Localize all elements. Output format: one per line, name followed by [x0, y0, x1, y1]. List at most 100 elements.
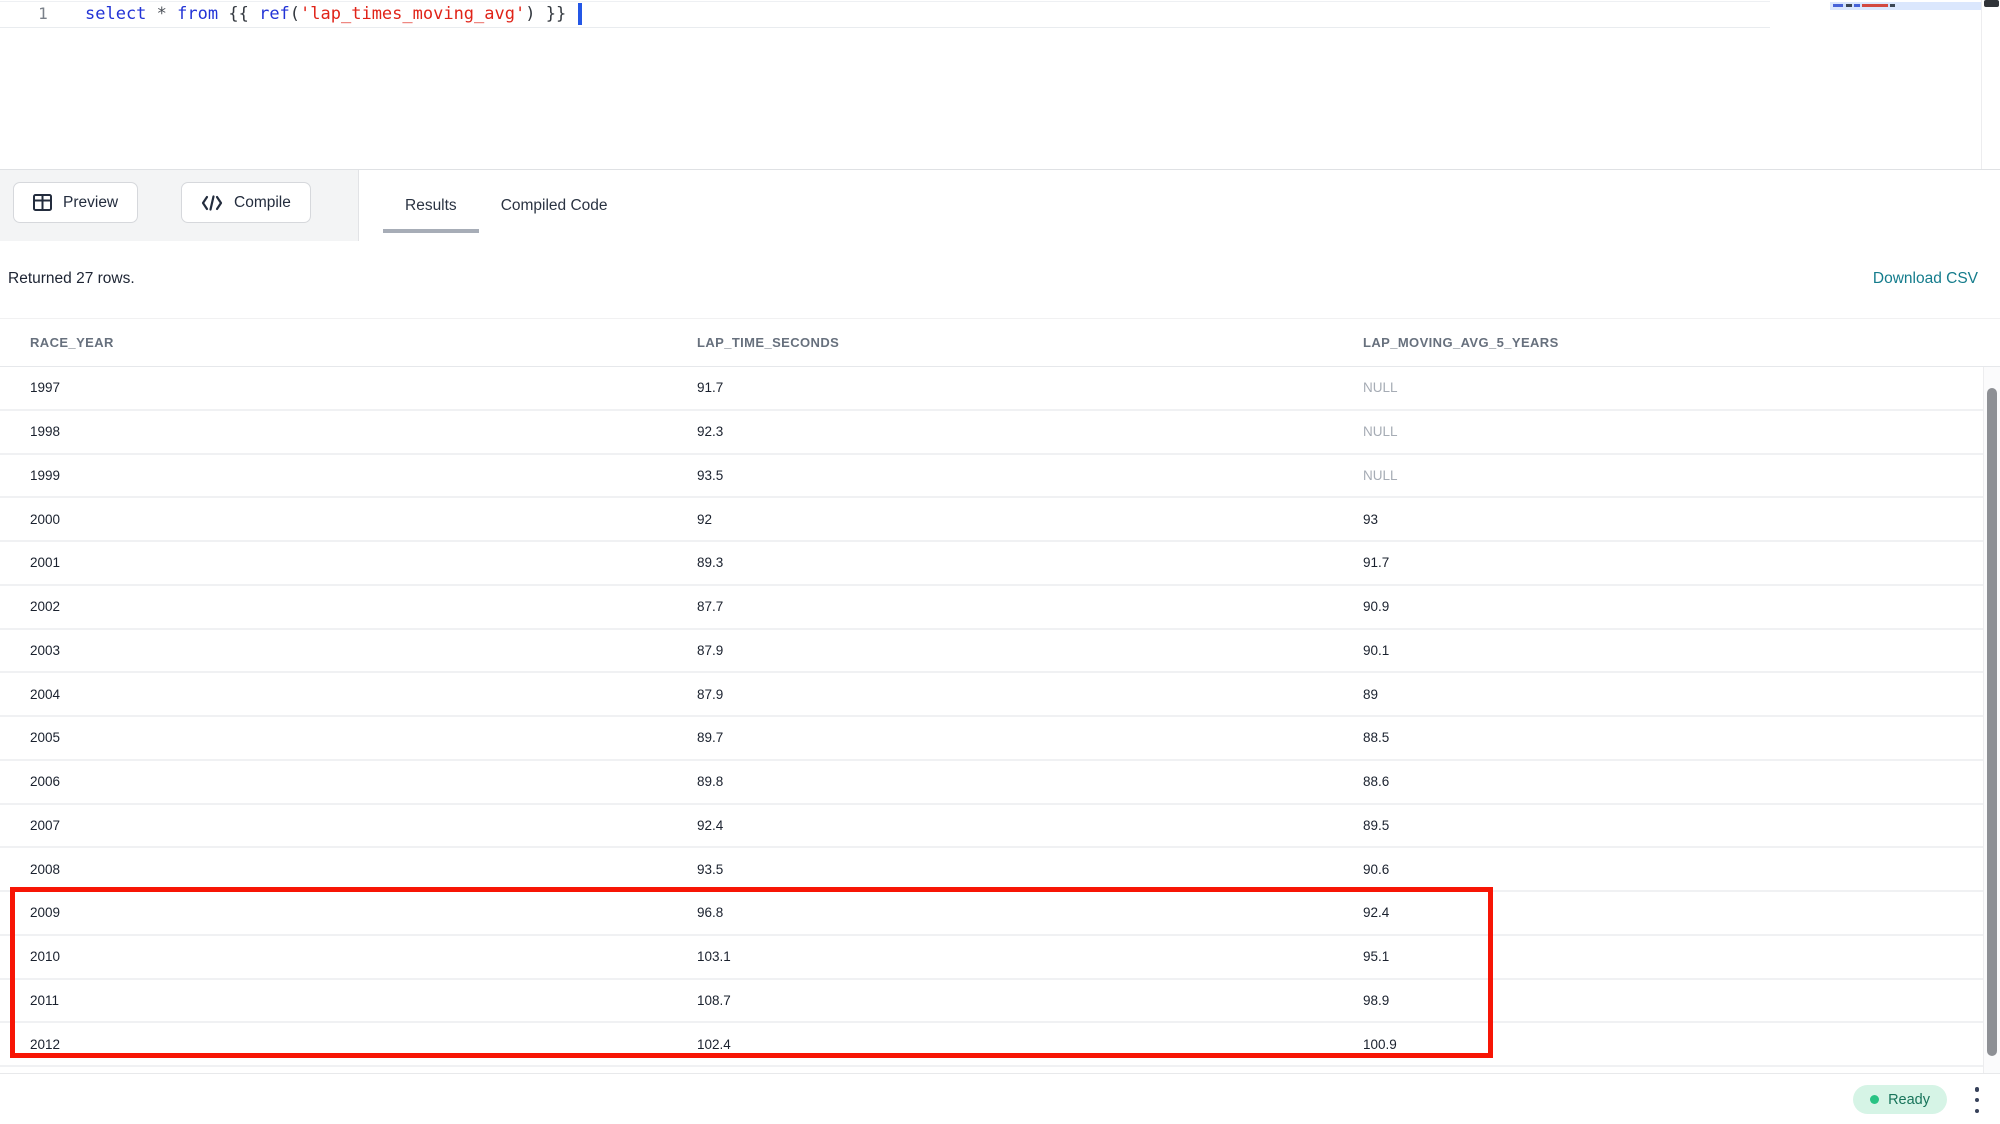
table-row: 199892.3NULL — [0, 411, 2000, 455]
cell-lap_time_seconds: 87.7 — [667, 599, 1333, 614]
row-count-summary: Returned 27 rows. — [8, 270, 135, 288]
code-token: ref — [259, 4, 290, 24]
table-row: 200387.990.1 — [0, 630, 2000, 674]
table-icon — [33, 194, 52, 211]
editor-minimap[interactable] — [1830, 2, 1981, 10]
table-row: 2011108.798.9 — [0, 980, 2000, 1024]
cell-race_year: 2008 — [0, 862, 667, 877]
cell-lap_moving_avg_5_years: 88.6 — [1333, 774, 2000, 789]
header-cell-lap_moving_avg_5_years: LAP_MOVING_AVG_5_YEARS — [1333, 335, 2000, 350]
preview-button-label: Preview — [63, 194, 118, 212]
editor-minimap-divider — [1981, 0, 1982, 169]
table-row: 199993.5NULL — [0, 455, 2000, 499]
table-row: 199791.7NULL — [0, 367, 2000, 411]
cell-lap_time_seconds: 87.9 — [667, 643, 1333, 658]
cell-race_year: 2009 — [0, 905, 667, 920]
cell-lap_moving_avg_5_years: 88.5 — [1333, 730, 2000, 745]
cell-lap_time_seconds: 89.3 — [667, 555, 1333, 570]
line-number: 1 — [28, 4, 58, 23]
table-scrollbar-track[interactable] — [1983, 367, 2000, 1073]
cell-race_year: 2000 — [0, 512, 667, 527]
cell-race_year: 2010 — [0, 949, 667, 964]
cell-lap_moving_avg_5_years: 91.7 — [1333, 555, 2000, 570]
cell-race_year: 2003 — [0, 643, 667, 658]
tab-compiled-code[interactable]: Compiled Code — [479, 170, 630, 241]
table-row: 200689.888.6 — [0, 761, 2000, 805]
cell-lap_time_seconds: 92 — [667, 512, 1333, 527]
cell-lap_moving_avg_5_years: 90.1 — [1333, 643, 2000, 658]
compile-button[interactable]: Compile — [181, 182, 311, 223]
ready-status-badge[interactable]: Ready — [1853, 1085, 1947, 1114]
cell-lap_moving_avg_5_years: 89 — [1333, 687, 2000, 702]
cell-lap_moving_avg_5_years: 100.9 — [1333, 1037, 2000, 1052]
cell-race_year: 2011 — [0, 993, 667, 1008]
code-token: ) — [525, 4, 535, 24]
table-row: 200589.788.5 — [0, 717, 2000, 761]
cell-race_year: 1999 — [0, 468, 667, 483]
compile-button-label: Compile — [234, 194, 291, 212]
cell-lap_moving_avg_5_years: NULL — [1333, 380, 2000, 395]
cell-lap_time_seconds: 93.5 — [667, 862, 1333, 877]
cell-race_year: 1998 — [0, 424, 667, 439]
cell-lap_time_seconds: 92.4 — [667, 818, 1333, 833]
header-cell-race_year: RACE_YEAR — [0, 335, 667, 350]
code-token — [146, 4, 156, 24]
results-table: RACE_YEARLAP_TIME_SECONDSLAP_MOVING_AVG_… — [0, 318, 2000, 1073]
cell-lap_moving_avg_5_years: 90.6 — [1333, 862, 2000, 877]
cell-lap_time_seconds: 103.1 — [667, 949, 1333, 964]
code-token: {{ — [218, 4, 259, 24]
tabs: ResultsCompiled Code — [383, 170, 630, 241]
cell-lap_moving_avg_5_years: 90.9 — [1333, 599, 2000, 614]
table-row: 2010103.195.1 — [0, 936, 2000, 980]
editor-cursor — [578, 3, 582, 25]
ready-dot-icon — [1870, 1095, 1879, 1104]
tab-results[interactable]: Results — [383, 170, 479, 241]
table-row: 200287.790.9 — [0, 586, 2000, 630]
preview-button[interactable]: Preview — [13, 182, 138, 223]
cell-lap_moving_avg_5_years: 89.5 — [1333, 818, 2000, 833]
sql-editor[interactable]: 1 select * from {{ ref('lap_times_moving… — [0, 0, 2000, 169]
code-token: }} — [535, 4, 566, 24]
cell-lap_moving_avg_5_years: 93 — [1333, 512, 2000, 527]
table-row: 200996.892.4 — [0, 892, 2000, 936]
toolbar-button-group: Preview Compile — [0, 170, 359, 241]
cell-lap_moving_avg_5_years: 92.4 — [1333, 905, 2000, 920]
cell-race_year: 2004 — [0, 687, 667, 702]
table-row: 200893.590.6 — [0, 848, 2000, 892]
cell-race_year: 2006 — [0, 774, 667, 789]
download-csv-link[interactable]: Download CSV — [1873, 270, 1978, 288]
table-row: 2012102.4100.9 — [0, 1023, 2000, 1067]
kebab-menu-icon[interactable] — [1970, 1087, 1984, 1113]
results-meta-bar: Returned 27 rows. Download CSV — [0, 240, 2000, 318]
table-body: 199791.7NULL199892.3NULL199993.5NULL2000… — [0, 367, 2000, 1073]
cell-lap_time_seconds: 89.8 — [667, 774, 1333, 789]
editor-scrollbar-thumb[interactable] — [1984, 0, 1999, 7]
cell-lap_moving_avg_5_years: 95.1 — [1333, 949, 2000, 964]
minimap-marks — [1833, 4, 1943, 7]
cell-lap_moving_avg_5_years: NULL — [1333, 468, 2000, 483]
cell-lap_time_seconds: 93.5 — [667, 468, 1333, 483]
table-row: 200792.489.5 — [0, 805, 2000, 849]
header-cell-lap_time_seconds: LAP_TIME_SECONDS — [667, 335, 1333, 350]
table-row: 20009293 — [0, 498, 2000, 542]
cell-race_year: 2005 — [0, 730, 667, 745]
code-token: ( — [290, 4, 300, 24]
code-token — [167, 4, 177, 24]
code-text[interactable]: select * from {{ ref('lap_times_moving_a… — [85, 4, 566, 25]
code-token: 'lap_times_moving_avg' — [300, 4, 525, 24]
cell-lap_moving_avg_5_years: NULL — [1333, 424, 2000, 439]
cell-lap_time_seconds: 96.8 — [667, 905, 1333, 920]
table-scrollbar-thumb[interactable] — [1987, 388, 1997, 1056]
cell-lap_time_seconds: 92.3 — [667, 424, 1333, 439]
cell-lap_time_seconds: 102.4 — [667, 1037, 1333, 1052]
results-toolbar: Preview Compile ResultsCompiled Code — [0, 169, 2000, 240]
cell-race_year: 2002 — [0, 599, 667, 614]
code-token: * — [157, 4, 167, 24]
code-icon — [201, 195, 223, 211]
cell-race_year: 2001 — [0, 555, 667, 570]
cell-lap_time_seconds: 108.7 — [667, 993, 1333, 1008]
cell-lap_time_seconds: 89.7 — [667, 730, 1333, 745]
cell-race_year: 2007 — [0, 818, 667, 833]
cell-lap_time_seconds: 91.7 — [667, 380, 1333, 395]
table-row: 200487.989 — [0, 673, 2000, 717]
